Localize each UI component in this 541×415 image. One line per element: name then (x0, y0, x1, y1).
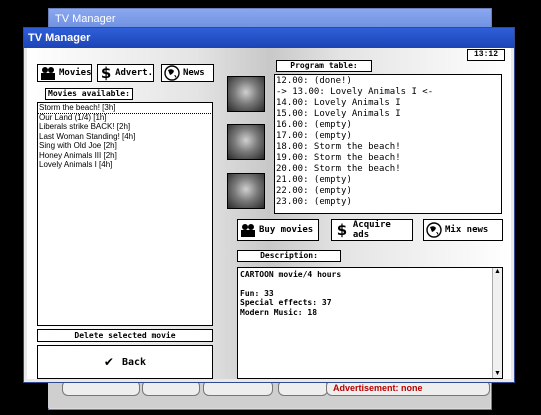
tv-thumbnail-3 (227, 173, 265, 209)
tab-movies-label: Movies (59, 68, 92, 78)
buy-movies-button[interactable]: Buy movies (237, 219, 319, 241)
scroll-up-arrow-icon[interactable]: ▲ (494, 268, 501, 275)
scroll-down-arrow-icon[interactable]: ▼ (494, 370, 501, 377)
movies-list[interactable]: Storm the beach! [3h] Our Land (1/4) [1h]… (37, 102, 213, 326)
program-slot[interactable]: 15.00: Lovely Animals I (275, 109, 501, 120)
program-slot[interactable]: 20.00: Storm the beach! (275, 164, 501, 175)
background-window-title: TV Manager (49, 9, 491, 29)
program-slot[interactable]: -> 13.00: Lovely Animals I <- (275, 87, 501, 98)
description-line: CARTOON movie/4 hours (240, 270, 342, 279)
program-slot[interactable]: 17.00: (empty) (275, 131, 501, 142)
tab-news-label: News (183, 68, 205, 78)
clock: 13:12 (467, 49, 505, 61)
description-line: Fun: 33 (240, 288, 274, 298)
program-items: 12.00: (done!) -> 13.00: Lovely Animals I… (275, 75, 501, 208)
program-slot[interactable]: 12.00: (done!) (275, 76, 501, 87)
movie-list-item[interactable]: Liberals strike BACK! [2h] (38, 122, 212, 132)
movie-list-item[interactable]: Sing with Old Joe [2h] (38, 141, 212, 151)
film-camera-icon (40, 65, 56, 81)
description-label: Description: (237, 250, 341, 262)
buy-movies-label: Buy movies (259, 225, 314, 235)
tab-advert-label: Advert. (115, 68, 153, 78)
film-camera-icon (240, 222, 256, 238)
description-scrollbar[interactable]: ▲ ▼ (492, 268, 502, 378)
tv-manager-window: TV Manager 13:12 Movies $ Advert. News M… (23, 27, 515, 383)
description-box: CARTOON movie/4 hours Fun: 33 Special effe… (237, 267, 503, 379)
tab-movies[interactable]: Movies (37, 64, 92, 82)
description-line (240, 280, 500, 289)
tab-news[interactable]: News (161, 64, 214, 82)
tab-advert[interactable]: $ Advert. (97, 64, 154, 82)
window-client: 13:12 Movies $ Advert. News Movies avail… (27, 48, 511, 379)
delete-movie-button[interactable]: Delete selected movie (37, 329, 213, 342)
globe-icon (426, 222, 442, 238)
movie-list-item[interactable]: Lovely Animals I [4h] (38, 160, 212, 170)
globe-icon (164, 65, 180, 81)
movie-list-item[interactable]: Last Woman Standing! [4h] (38, 132, 212, 142)
movie-list-item[interactable]: Our Land (1/4) [1h] (38, 113, 212, 123)
dollar-icon: $ (100, 64, 112, 82)
program-table-label: Program table: (276, 60, 372, 72)
program-slot[interactable]: 14.00: Lovely Animals I (275, 98, 501, 109)
window-title: TV Manager (24, 28, 514, 48)
program-slot[interactable]: 21.00: (empty) (275, 175, 501, 186)
description-line: Modern Music: 18 (240, 307, 318, 317)
movie-list-item[interactable]: Storm the beach! [3h] (38, 103, 212, 114)
acquire-ads-button[interactable]: $ Acquire ads (331, 219, 413, 241)
tv-thumbnail-1 (227, 76, 265, 112)
program-slot[interactable]: 16.00: (empty) (275, 120, 501, 131)
movies-available-label: Movies available: (45, 88, 133, 100)
back-button[interactable]: ✔ Back (37, 345, 213, 379)
tv-thumbnail-2 (227, 124, 265, 160)
checkmark-icon: ✔ (103, 355, 114, 369)
program-table[interactable]: 12.00: (done!) -> 13.00: Lovely Animals I… (274, 74, 502, 214)
movie-list-item[interactable]: Honey Animals III [2h] (38, 151, 212, 161)
program-slot[interactable]: 18.00: Storm the beach! (275, 142, 501, 153)
acquire-ads-label: Acquire ads (352, 220, 391, 240)
mix-news-label: Mix news (445, 225, 489, 235)
description-line: Special effects: 37 (240, 298, 332, 307)
movies-list-items: Storm the beach! [3h] Our Land (1/4) [1h]… (38, 103, 212, 170)
program-slot[interactable]: 19.00: Storm the beach! (275, 153, 501, 164)
back-label: Back (121, 356, 147, 368)
mix-news-button[interactable]: Mix news (423, 219, 503, 241)
program-slot[interactable]: 22.00: (empty) (275, 186, 501, 197)
description-text: CARTOON movie/4 hours Fun: 33 Special effe… (238, 268, 502, 319)
delete-movie-label: Delete selected movie (74, 331, 176, 340)
dollar-icon: $ (336, 221, 348, 239)
program-slot[interactable]: 23.00: (empty) (275, 197, 501, 208)
